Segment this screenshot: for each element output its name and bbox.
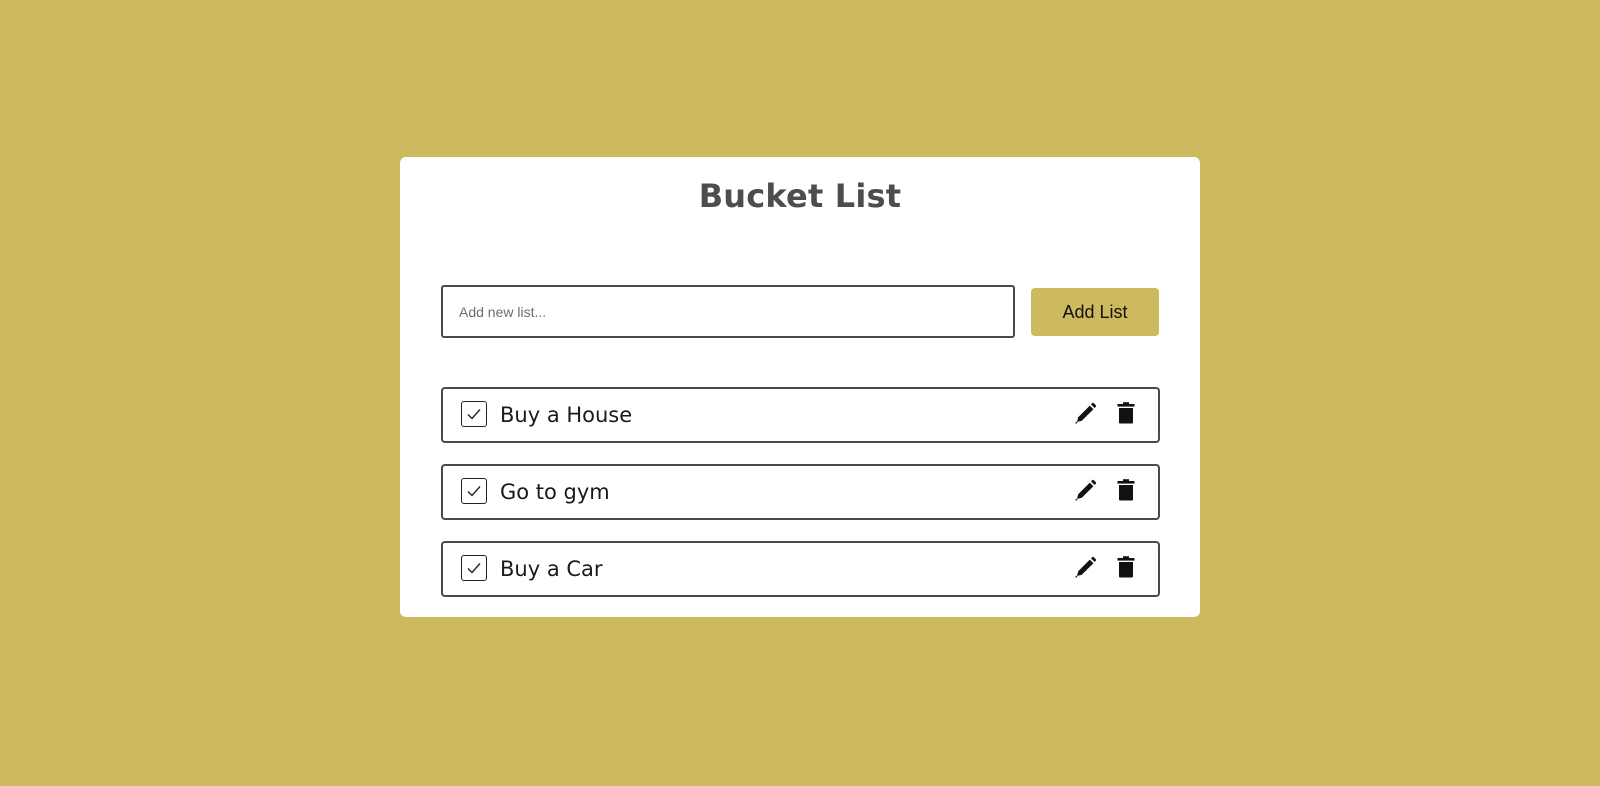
checkbox-icon[interactable] [461, 401, 487, 427]
trash-icon[interactable] [1114, 401, 1138, 425]
new-list-input[interactable] [441, 285, 1015, 338]
list-item-label: Buy a Car [500, 557, 603, 581]
pencil-icon[interactable] [1074, 478, 1098, 502]
pencil-icon[interactable] [1074, 555, 1098, 579]
list-item-label: Buy a House [500, 403, 633, 427]
list-item: Buy a House [441, 387, 1160, 443]
bucket-list-card: Bucket List Add List Buy a House Go to g… [400, 157, 1200, 617]
trash-icon[interactable] [1114, 555, 1138, 579]
checkbox-icon[interactable] [461, 555, 487, 581]
list-item: Buy a Car [441, 541, 1160, 597]
checkbox-icon[interactable] [461, 478, 487, 504]
add-list-button[interactable]: Add List [1031, 288, 1159, 336]
trash-icon[interactable] [1114, 478, 1138, 502]
list-item: Go to gym [441, 464, 1160, 520]
list-item-label: Go to gym [500, 480, 610, 504]
page-title: Bucket List [698, 177, 902, 215]
pencil-icon[interactable] [1074, 401, 1098, 425]
bucket-list: Buy a House Go to gym Buy a Car [441, 387, 1160, 618]
